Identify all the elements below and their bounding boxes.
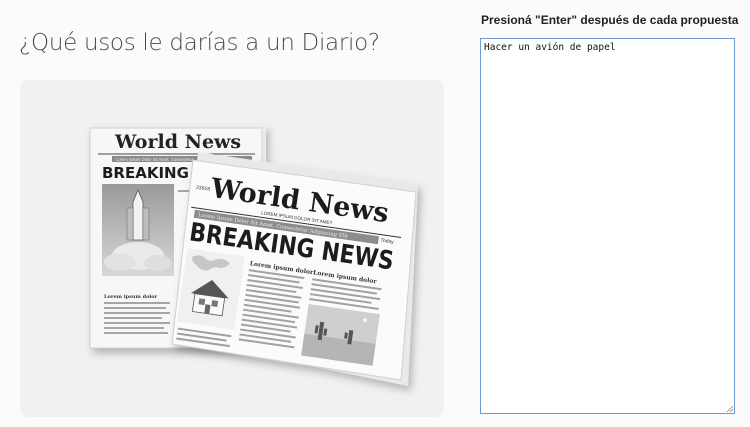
back-subtitle: Lorem Ipsum Dolor Sit Amet, Consectetur [116,157,194,162]
resize-grip-icon[interactable] [726,405,734,413]
back-headline: BREAKING [102,164,189,182]
back-masthead: World News [114,131,241,153]
newspaper-illustration: World News Lorem Ipsum Dolor Sit Amet, C… [89,125,418,386]
back-article-title: Lorem ipsum dolor [104,294,158,300]
question-title: ¿Qué usos le darías a un Diario? [19,30,380,56]
answer-textarea[interactable]: Hacer un avión de papel [480,38,735,414]
instructions-label: Presioná "Enter" después de cada propues… [481,13,739,27]
newspaper-image: World News Lorem Ipsum Dolor Sit Amet, C… [20,80,444,417]
front-newspaper: World News 23918 LOREM IPSUM DOLOR SIT A… [171,152,418,386]
